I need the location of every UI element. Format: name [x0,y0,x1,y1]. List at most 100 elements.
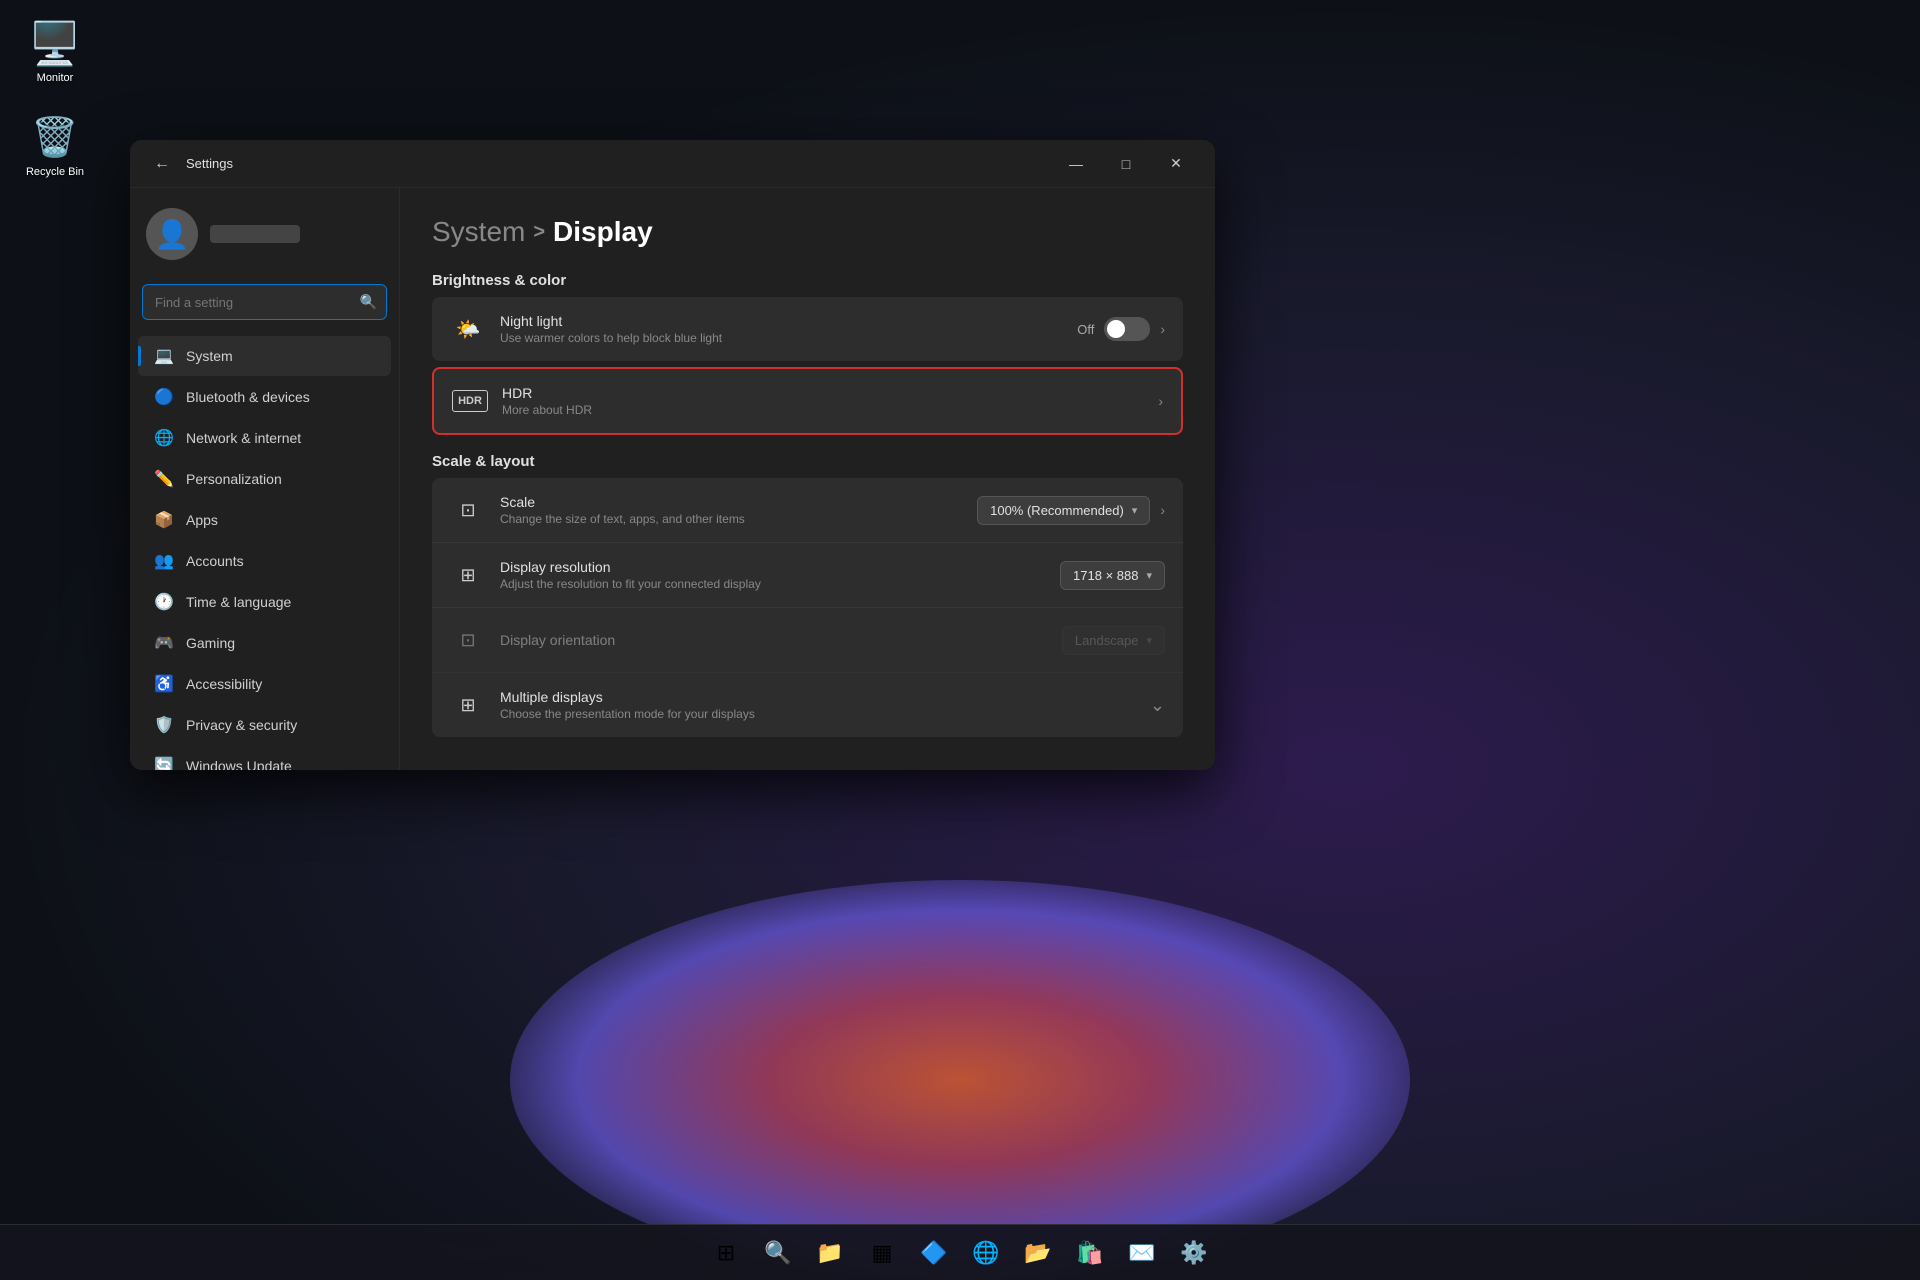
hdr-control: › [1158,393,1163,409]
hdr-row[interactable]: HDR HDR More about HDR › [434,369,1181,433]
taskbar-file-explorer[interactable]: 📁 [808,1231,852,1275]
window-title: Settings [186,156,1053,171]
desktop-icon-recycle[interactable]: 🗑️ Recycle Bin [20,114,90,178]
accessibility-icon: ♿ [154,674,174,694]
desktop-icons: 🖥️ Monitor 🗑️ Recycle Bin [20,20,90,178]
page-title: System > Display [432,216,1183,248]
multiple-displays-text: Multiple displays Choose the presentatio… [500,689,1150,721]
files-icon: 📂 [1024,1240,1051,1266]
start-icon: ⊞ [717,1240,735,1266]
maximize-button[interactable]: □ [1103,148,1149,180]
orientation-dropdown: Landscape ▾ [1062,626,1165,655]
minimize-button[interactable]: — [1053,148,1099,180]
resolution-value: 1718 × 888 [1073,568,1138,583]
scale-dropdown[interactable]: 100% (Recommended) ▾ [977,496,1150,525]
personalization-icon: ✏️ [154,469,174,489]
main-content: System > Display Brightness & color 🌤️ N… [400,188,1215,770]
sidebar-nav: 💻 System 🔵 Bluetooth & devices 🌐 Network… [130,336,399,770]
display-orientation-text: Display orientation [500,632,1062,648]
avatar-icon: 👤 [155,218,190,251]
windows-update-icon: 🔄 [154,756,174,770]
settings-window: ← Settings — □ ✕ 👤 [130,140,1215,770]
monitor-icon: 🖥️ [31,20,79,68]
brightness-color-card: 🌤️ Night light Use warmer colors to help… [432,297,1183,361]
sidebar-item-label-windows-update: Windows Update [186,758,292,770]
avatar: 👤 [146,208,198,260]
recycle-bin-icon: 🗑️ [31,114,79,162]
sidebar-item-apps[interactable]: 📦 Apps [138,500,391,540]
display-resolution-subtitle: Adjust the resolution to fit your connec… [500,577,1060,591]
night-light-title: Night light [500,313,1077,329]
sidebar-item-time[interactable]: 🕐 Time & language [138,582,391,622]
taskbar-files[interactable]: 📂 [1016,1231,1060,1275]
taskbar-edge[interactable]: 🌐 [964,1231,1008,1275]
taskbar-widgets[interactable]: ▦ [860,1231,904,1275]
scale-value: 100% (Recommended) [990,503,1124,518]
taskbar-app1[interactable]: 🔷 [912,1231,956,1275]
widgets-icon: ▦ [872,1240,893,1266]
window-controls: — □ ✕ [1053,148,1199,180]
breadcrumb-parent: System [432,216,525,248]
sidebar-item-accessibility[interactable]: ♿ Accessibility [138,664,391,704]
hdr-title: HDR [502,385,1158,401]
mail-icon: ✉️ [1128,1240,1155,1266]
desktop-icon-monitor[interactable]: 🖥️ Monitor [20,20,90,84]
system-icon: 💻 [154,346,174,366]
multiple-displays-chevron: ⌄ [1150,695,1165,716]
close-button[interactable]: ✕ [1153,148,1199,180]
sidebar-item-bluetooth[interactable]: 🔵 Bluetooth & devices [138,377,391,417]
time-icon: 🕐 [154,592,174,612]
hdr-text: HDR More about HDR [502,385,1158,417]
search-input[interactable] [142,284,387,320]
sidebar-item-label-personalization: Personalization [186,471,282,487]
scale-row[interactable]: ⊡ Scale Change the size of text, apps, a… [432,478,1183,543]
sidebar-item-system[interactable]: 💻 System [138,336,391,376]
apps-icon: 📦 [154,510,174,530]
user-profile[interactable]: 👤 [130,200,399,268]
display-resolution-title: Display resolution [500,559,1060,575]
accounts-icon: 👥 [154,551,174,571]
night-light-toggle[interactable] [1104,317,1150,341]
scale-subtitle: Change the size of text, apps, and other… [500,512,977,526]
taskbar-start[interactable]: ⊞ [704,1231,748,1275]
scale-dropdown-arrow: ▾ [1132,504,1138,517]
taskbar-mail[interactable]: ✉️ [1120,1231,1164,1275]
scale-title: Scale [500,494,977,510]
sidebar-item-label-bluetooth: Bluetooth & devices [186,389,310,405]
sidebar-item-label-time: Time & language [186,594,291,610]
taskbar-search[interactable]: 🔍 [756,1231,800,1275]
sidebar-item-personalization[interactable]: ✏️ Personalization [138,459,391,499]
privacy-icon: 🛡️ [154,715,174,735]
multiple-displays-title: Multiple displays [500,689,1150,705]
section-title-brightness: Brightness & color [432,272,1183,289]
sidebar-item-gaming[interactable]: 🎮 Gaming [138,623,391,663]
display-resolution-control: 1718 × 888 ▾ [1060,561,1165,590]
night-light-chevron: › [1160,321,1165,337]
taskbar-settings[interactable]: ⚙️ [1172,1231,1216,1275]
hdr-card[interactable]: HDR HDR More about HDR › [432,367,1183,435]
resolution-dropdown[interactable]: 1718 × 888 ▾ [1060,561,1165,590]
sidebar-item-windows-update[interactable]: 🔄 Windows Update [138,746,391,770]
edge-icon: 🌐 [972,1240,999,1266]
sidebar-item-label-network: Network & internet [186,430,301,446]
taskbar-search-icon: 🔍 [764,1240,791,1266]
user-name [210,225,300,243]
sidebar-item-network[interactable]: 🌐 Network & internet [138,418,391,458]
taskbar-ms-store[interactable]: 🛍️ [1068,1231,1112,1275]
sidebar-item-accounts[interactable]: 👥 Accounts [138,541,391,581]
sidebar-item-privacy[interactable]: 🛡️ Privacy & security [138,705,391,745]
display-resolution-icon: ⊞ [450,557,486,593]
night-light-row[interactable]: 🌤️ Night light Use warmer colors to help… [432,297,1183,361]
settings-taskbar-icon: ⚙️ [1180,1240,1207,1266]
night-light-icon: 🌤️ [450,311,486,347]
night-light-control: Off › [1077,317,1165,341]
back-button[interactable]: ← [146,148,178,180]
sidebar-item-label-privacy: Privacy & security [186,717,297,733]
resolution-dropdown-arrow: ▾ [1146,569,1152,582]
hdr-subtitle: More about HDR [502,403,1158,417]
sidebar: 👤 🔍 💻 System 🔵 Bluetooth & devices [130,188,400,770]
bluetooth-icon: 🔵 [154,387,174,407]
scale-text: Scale Change the size of text, apps, and… [500,494,977,526]
multiple-displays-row[interactable]: ⊞ Multiple displays Choose the presentat… [432,673,1183,737]
display-resolution-row[interactable]: ⊞ Display resolution Adjust the resoluti… [432,543,1183,608]
